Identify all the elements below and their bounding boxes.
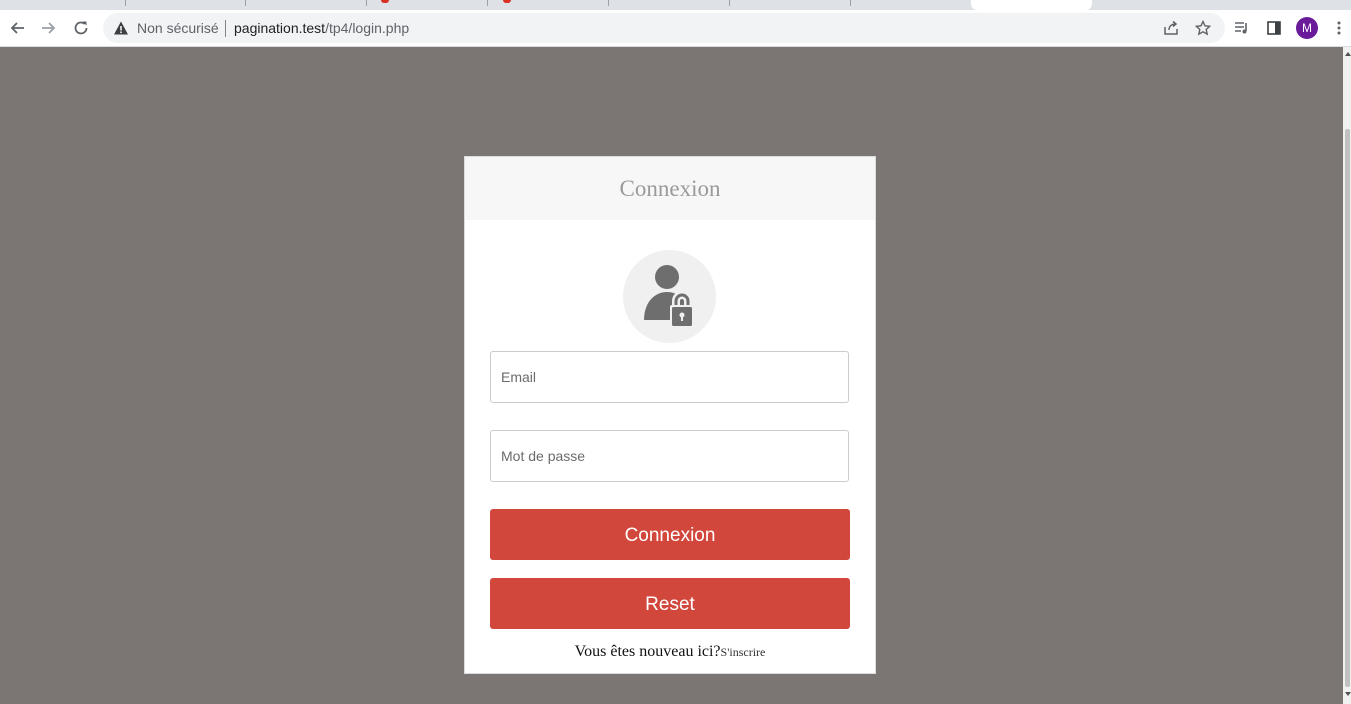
reload-button[interactable] bbox=[69, 16, 93, 40]
scroll-down-icon[interactable] bbox=[1345, 692, 1351, 696]
email-field[interactable] bbox=[490, 351, 849, 403]
arrow-left-icon bbox=[10, 22, 24, 34]
share-button[interactable] bbox=[1159, 16, 1183, 40]
bookmark-button[interactable] bbox=[1191, 16, 1215, 40]
address-bar[interactable]: Non sécurisé pagination.test/tp4/login.p… bbox=[103, 13, 1225, 43]
browser-toolbar: Non sécurisé pagination.test/tp4/login.p… bbox=[0, 10, 1351, 47]
share-icon bbox=[1164, 20, 1178, 35]
tab-favicon[interactable] bbox=[503, 0, 511, 3]
new-user-text: Vous êtes nouveau ici? bbox=[574, 643, 721, 660]
tab-separator bbox=[366, 0, 367, 6]
active-tab[interactable] bbox=[971, 0, 1092, 10]
tab-separator bbox=[729, 0, 730, 6]
forward-button[interactable] bbox=[37, 16, 61, 40]
playlist-icon bbox=[1235, 22, 1247, 34]
tab-separator bbox=[850, 0, 851, 6]
kebab-menu-icon bbox=[1337, 21, 1341, 35]
tab-separator bbox=[125, 0, 126, 6]
tab-favicon[interactable] bbox=[381, 0, 389, 3]
url-host: pagination.test bbox=[234, 20, 326, 36]
warning-icon[interactable] bbox=[113, 20, 129, 36]
side-panel-icon bbox=[1267, 21, 1281, 35]
scroll-up-icon[interactable] bbox=[1345, 52, 1351, 56]
reload-icon bbox=[74, 21, 88, 35]
arrow-right-icon bbox=[42, 22, 56, 34]
card-header: Connexion bbox=[465, 157, 875, 220]
login-button[interactable]: Connexion bbox=[490, 509, 850, 560]
menu-button[interactable] bbox=[1327, 16, 1351, 40]
reset-button[interactable]: Reset bbox=[490, 578, 850, 629]
user-lock-icon bbox=[623, 250, 716, 343]
tab-separator bbox=[245, 0, 246, 6]
tab-separator bbox=[608, 0, 609, 6]
security-status[interactable]: Non sécurisé bbox=[137, 20, 219, 36]
password-field[interactable] bbox=[490, 430, 849, 482]
signup-prompt: Vous êtes nouveau ici?S'inscrire bbox=[465, 643, 875, 661]
scrollbar-thumb[interactable] bbox=[1345, 129, 1350, 687]
tab-strip bbox=[0, 0, 1351, 10]
url-path: /tp4/login.php bbox=[325, 20, 410, 36]
profile-avatar[interactable]: M bbox=[1296, 17, 1318, 39]
side-panel-button[interactable] bbox=[1262, 16, 1286, 40]
media-button[interactable] bbox=[1230, 16, 1254, 40]
back-button[interactable] bbox=[5, 16, 29, 40]
login-title: Connexion bbox=[619, 176, 721, 201]
tab-separator bbox=[487, 0, 488, 6]
signup-link[interactable]: S'inscrire bbox=[721, 645, 766, 659]
login-card: Connexion Connexion Reset Vous êtes nouv… bbox=[464, 156, 876, 674]
star-icon bbox=[1195, 20, 1211, 36]
url-text[interactable]: pagination.test/tp4/login.php bbox=[234, 20, 409, 36]
omnibox-divider bbox=[225, 20, 226, 37]
